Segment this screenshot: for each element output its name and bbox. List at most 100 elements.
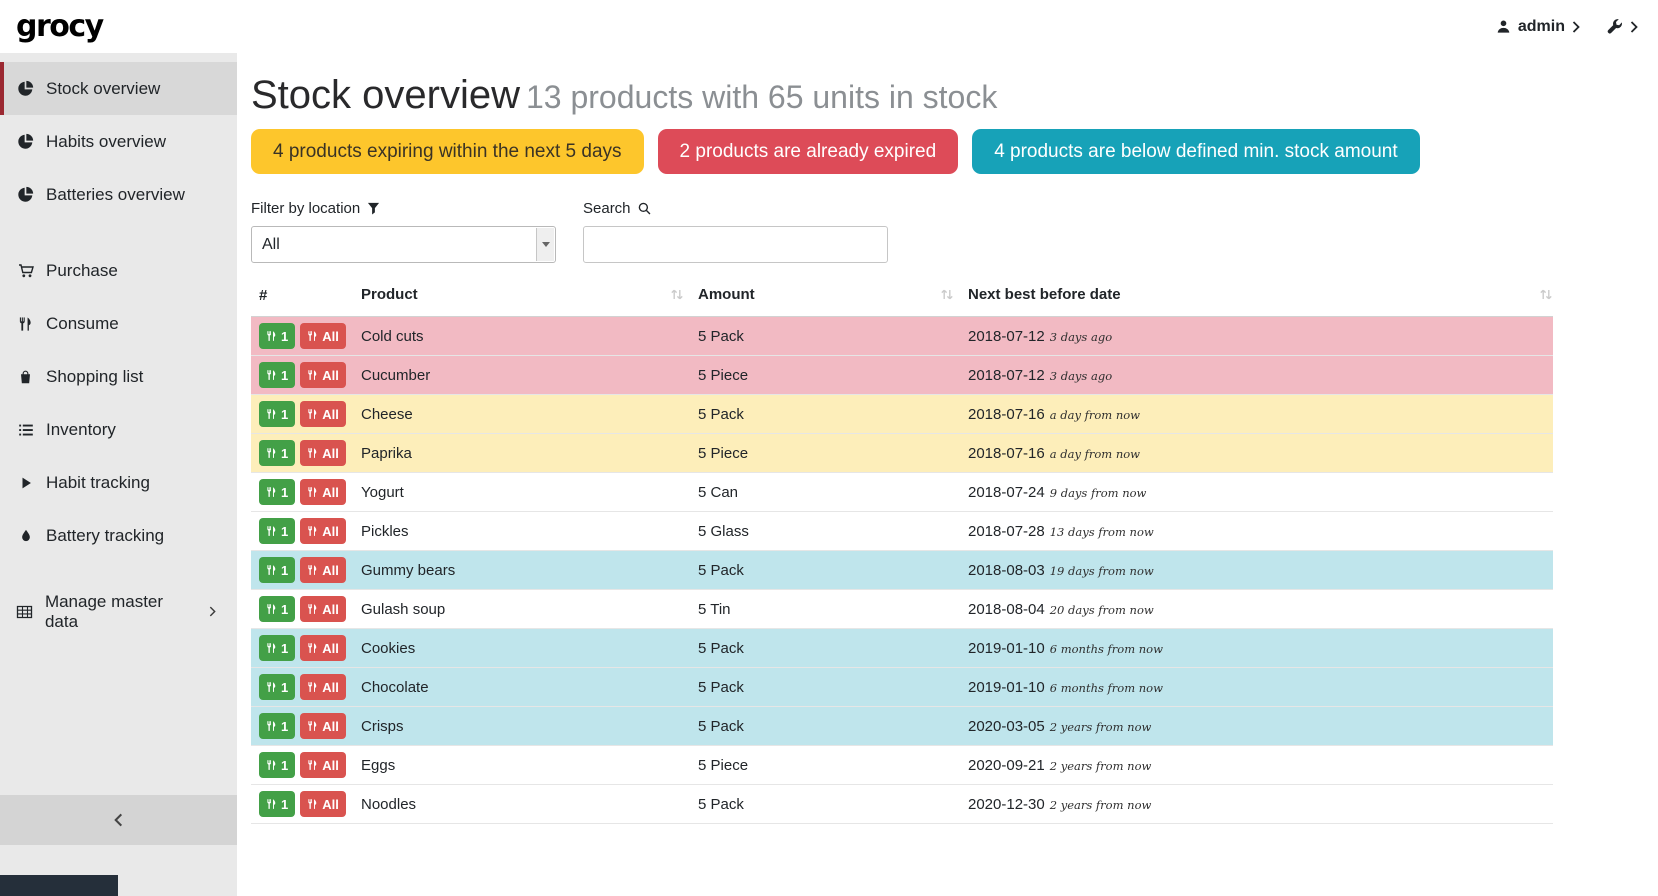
- product-cell: Crisps: [361, 707, 698, 746]
- search-input[interactable]: [583, 226, 888, 263]
- consume-one-button[interactable]: 1: [259, 635, 295, 661]
- table-row: 1AllPaprika5 Piece2018-07-16a day from n…: [251, 434, 1553, 473]
- consume-all-button[interactable]: All: [300, 401, 346, 427]
- user-menu[interactable]: admin: [1496, 18, 1580, 36]
- sidebar-item-stock-overview[interactable]: Stock overview: [0, 62, 237, 115]
- utensils-icon: [307, 720, 318, 732]
- utensils-icon: [16, 316, 35, 332]
- col-header-amount[interactable]: Amount: [698, 277, 968, 317]
- utensils-icon: [307, 564, 318, 576]
- consume-all-button[interactable]: All: [300, 557, 346, 583]
- sidebar-item-habits-overview[interactable]: Habits overview: [0, 115, 237, 168]
- table-row: 1AllCrisps5 Pack2020-03-052 years from n…: [251, 707, 1553, 746]
- badge-below-min-stock[interactable]: 4 products are below defined min. stock …: [972, 129, 1419, 174]
- consume-one-button[interactable]: 1: [259, 479, 295, 505]
- best-before-cell: 2018-07-249 days from now: [968, 473, 1553, 512]
- sidebar-item-consume[interactable]: Consume: [0, 297, 237, 350]
- settings-menu[interactable]: [1606, 18, 1638, 35]
- amount-cell: 5 Pack: [698, 707, 968, 746]
- amount-cell: 5 Pack: [698, 629, 968, 668]
- utensils-icon: [266, 486, 277, 498]
- relative-date: 13 days from now: [1050, 525, 1154, 539]
- consume-one-button[interactable]: 1: [259, 713, 295, 739]
- utensils-icon: [266, 564, 277, 576]
- table-row: 1AllGulash soup5 Tin2018-08-0420 days fr…: [251, 590, 1553, 629]
- user-name: admin: [1518, 18, 1565, 36]
- sidebar: Stock overview Habits overview Batteries…: [0, 53, 237, 896]
- consume-all-button[interactable]: All: [300, 362, 346, 388]
- sidebar-collapse-button[interactable]: [0, 795, 237, 845]
- relative-date: 19 days from now: [1050, 564, 1154, 578]
- consume-one-button[interactable]: 1: [259, 362, 295, 388]
- sidebar-item-shopping-list[interactable]: Shopping list: [0, 350, 237, 403]
- consume-all-button[interactable]: All: [300, 596, 346, 622]
- location-filter-label: Filter by location: [251, 200, 556, 217]
- relative-date: a day from now: [1050, 447, 1140, 461]
- utensils-icon: [266, 408, 277, 420]
- consume-all-button[interactable]: All: [300, 479, 346, 505]
- table-row: 1AllCold cuts5 Pack2018-07-123 days ago: [251, 317, 1553, 356]
- consume-one-button[interactable]: 1: [259, 596, 295, 622]
- consume-one-button[interactable]: 1: [259, 440, 295, 466]
- sidebar-item-manage-master-data[interactable]: Manage master data: [0, 585, 237, 638]
- location-select[interactable]: All: [251, 226, 556, 263]
- utensils-icon: [266, 330, 277, 342]
- sort-icon[interactable]: [1539, 288, 1553, 305]
- sidebar-item-battery-tracking[interactable]: Battery tracking: [0, 509, 237, 562]
- consume-one-button[interactable]: 1: [259, 401, 295, 427]
- consume-all-button[interactable]: All: [300, 323, 346, 349]
- consume-one-button[interactable]: 1: [259, 791, 295, 817]
- consume-all-button[interactable]: All: [300, 518, 346, 544]
- best-before-cell: 2020-12-302 years from now: [968, 785, 1553, 824]
- col-header-best-before[interactable]: Next best before date: [968, 277, 1553, 317]
- amount-cell: 5 Pack: [698, 668, 968, 707]
- wrench-icon: [1606, 18, 1623, 35]
- consume-all-button[interactable]: All: [300, 791, 346, 817]
- sort-icon[interactable]: [940, 288, 954, 305]
- consume-all-button[interactable]: All: [300, 713, 346, 739]
- relative-date: 2 years from now: [1050, 759, 1152, 773]
- relative-date: 2 years from now: [1050, 720, 1152, 734]
- table-row: 1AllCheese5 Pack2018-07-16a day from now: [251, 395, 1553, 434]
- utensils-icon: [266, 603, 277, 615]
- sidebar-item-inventory[interactable]: Inventory: [0, 403, 237, 456]
- app-logo[interactable]: grocy: [16, 9, 103, 44]
- consume-one-button[interactable]: 1: [259, 323, 295, 349]
- sidebar-item-batteries-overview[interactable]: Batteries overview: [0, 168, 237, 221]
- consume-one-button[interactable]: 1: [259, 557, 295, 583]
- utensils-icon: [266, 642, 277, 654]
- badge-expiring-soon[interactable]: 4 products expiring within the next 5 da…: [251, 129, 644, 174]
- amount-cell: 5 Pack: [698, 317, 968, 356]
- location-filter-group: Filter by location All: [251, 200, 556, 263]
- utensils-icon: [307, 681, 318, 693]
- shopping-cart-icon: [16, 263, 35, 279]
- chevron-right-icon: [1630, 21, 1638, 33]
- table-row: 1AllNoodles5 Pack2020-12-302 years from …: [251, 785, 1553, 824]
- utensils-icon: [266, 447, 277, 459]
- best-before-cell: 2018-07-123 days ago: [968, 356, 1553, 395]
- play-icon: [16, 475, 35, 491]
- consume-all-button[interactable]: All: [300, 635, 346, 661]
- best-before-cell: 2018-07-16a day from now: [968, 434, 1553, 473]
- consume-one-button[interactable]: 1: [259, 518, 295, 544]
- pie-chart-icon: [16, 186, 35, 203]
- consume-all-button[interactable]: All: [300, 752, 346, 778]
- search-group: Search: [583, 200, 888, 263]
- main-content: Stock overview13 products with 65 units …: [237, 53, 1658, 896]
- product-cell: Yogurt: [361, 473, 698, 512]
- col-header-product[interactable]: Product: [361, 277, 698, 317]
- consume-one-button[interactable]: 1: [259, 674, 295, 700]
- sidebar-item-habit-tracking[interactable]: Habit tracking: [0, 456, 237, 509]
- table-row: 1AllCucumber5 Piece2018-07-123 days ago: [251, 356, 1553, 395]
- product-cell: Pickles: [361, 512, 698, 551]
- consume-all-button[interactable]: All: [300, 674, 346, 700]
- sidebar-item-purchase[interactable]: Purchase: [0, 244, 237, 297]
- consume-one-button[interactable]: 1: [259, 752, 295, 778]
- table-row: 1AllGummy bears5 Pack2018-08-0319 days f…: [251, 551, 1553, 590]
- sort-icon[interactable]: [670, 288, 684, 305]
- pie-chart-icon: [16, 133, 35, 150]
- utensils-icon: [266, 720, 277, 732]
- amount-cell: 5 Piece: [698, 434, 968, 473]
- badge-already-expired[interactable]: 2 products are already expired: [658, 129, 959, 174]
- consume-all-button[interactable]: All: [300, 440, 346, 466]
